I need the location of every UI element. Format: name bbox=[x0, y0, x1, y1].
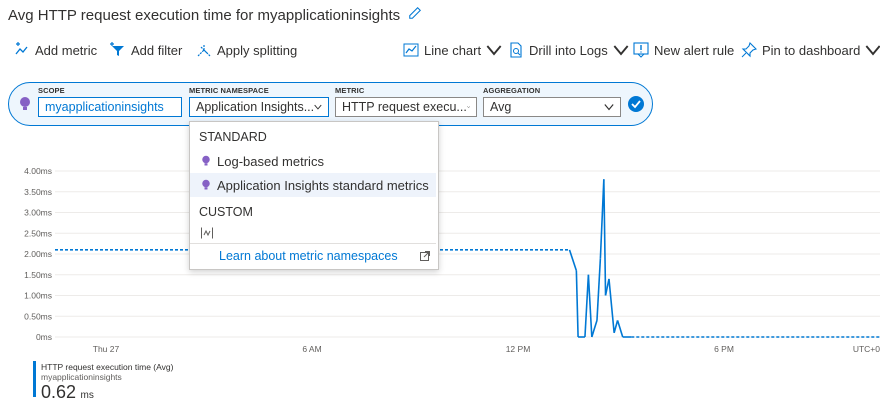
x-tick-label: 6 PM bbox=[714, 344, 734, 354]
chevron-down-icon bbox=[604, 104, 614, 111]
legend-value: 0.62 ms bbox=[41, 382, 94, 402]
namespace-option-standard-metrics[interactable]: Application Insights standard metrics bbox=[190, 173, 436, 197]
lightbulb-icon bbox=[202, 155, 210, 166]
splitting-icon bbox=[197, 44, 211, 57]
x-tick-label: UTC+0 bbox=[853, 344, 880, 354]
drill-into-logs-button[interactable]: Drill into Logs bbox=[508, 42, 629, 58]
custom-header: CUSTOM bbox=[199, 205, 253, 219]
chart-title: Avg HTTP request execution time for myap… bbox=[8, 6, 401, 24]
series-line-segment bbox=[568, 249, 578, 271]
series-line-segment bbox=[613, 320, 619, 334]
custom-namespace-option[interactable] bbox=[190, 221, 436, 245]
lightbulb-icon bbox=[20, 97, 30, 110]
series-line-segment bbox=[591, 320, 598, 338]
new-alert-rule-button[interactable]: New alert rule bbox=[633, 42, 734, 58]
standard-header: STANDARD bbox=[199, 130, 267, 144]
add-filter-label: Add filter bbox=[131, 42, 183, 58]
series-line-segment bbox=[575, 270, 579, 338]
metric-builder: SCOPE myapplicationinsights METRIC NAMES… bbox=[8, 82, 653, 126]
metric-select[interactable]: HTTP request execu... bbox=[335, 97, 477, 117]
metric-namespace-dropdown: STANDARD Log-based metrics Application I… bbox=[189, 121, 439, 270]
apply-splitting-button[interactable]: Apply splitting bbox=[196, 42, 297, 58]
line-chart-button[interactable]: Line chart bbox=[403, 42, 502, 58]
y-tick-label: 2.00ms bbox=[24, 249, 52, 259]
alert-icon bbox=[633, 42, 649, 58]
legend-resource-name: myapplicationinsights bbox=[41, 372, 122, 382]
y-tick-label: 4.00ms bbox=[24, 166, 52, 176]
line-chart-icon bbox=[403, 43, 419, 57]
filter-icon bbox=[110, 42, 124, 56]
series-line-segment bbox=[596, 258, 602, 321]
chevron-down-icon bbox=[466, 106, 470, 109]
aggregation-select[interactable]: Avg bbox=[483, 97, 621, 117]
custom-metric-icon bbox=[201, 227, 213, 239]
dropdown-divider bbox=[190, 243, 436, 244]
pin-to-dashboard-label: Pin to dashboard bbox=[762, 42, 861, 58]
pin-icon bbox=[741, 42, 757, 58]
metric-label: METRIC bbox=[335, 86, 365, 95]
add-metric-button[interactable]: Add metric bbox=[14, 42, 97, 58]
namespace-option-log-based[interactable]: Log-based metrics bbox=[190, 149, 436, 173]
toolbar: Add metric Add filter Apply splitting Li… bbox=[0, 38, 880, 64]
y-tick-label: 3.00ms bbox=[24, 208, 52, 218]
x-tick-label: 12 PM bbox=[506, 344, 531, 354]
line-chart-label: Line chart bbox=[424, 42, 482, 58]
add-metric-icon bbox=[15, 42, 28, 55]
apply-splitting-label: Apply splitting bbox=[217, 42, 298, 58]
metric-namespace-select[interactable]: Application Insights... bbox=[189, 97, 329, 117]
checkmark-icon bbox=[631, 100, 641, 109]
add-filter-button[interactable]: Add filter bbox=[110, 42, 182, 58]
lightbulb-icon bbox=[202, 179, 210, 190]
confirm-metric-button[interactable] bbox=[628, 96, 644, 112]
scope-field: SCOPE myapplicationinsights bbox=[38, 86, 182, 117]
metric-namespace-label: METRIC NAMESPACE bbox=[189, 86, 269, 95]
series-line-segment bbox=[584, 274, 590, 338]
line-chart: 4.00ms 3.50ms 3.00ms 2.50ms 2.00ms 1.50ms 1.00… bbox=[24, 166, 880, 354]
series-line-segment bbox=[587, 274, 593, 338]
aggregation-label: AGGREGATION bbox=[483, 86, 541, 95]
series-line-segment bbox=[616, 320, 624, 338]
chevron-down-icon bbox=[865, 45, 880, 56]
edit-title-icon[interactable] bbox=[408, 6, 422, 24]
y-tick-label: 0.50ms bbox=[24, 311, 52, 321]
learn-namespaces-link[interactable]: Learn about metric namespaces bbox=[219, 249, 430, 263]
series-line-segment bbox=[603, 179, 607, 296]
pin-to-dashboard-button[interactable]: Pin to dashboard bbox=[741, 42, 880, 58]
metric-namespace-field: METRIC NAMESPACE Application Insights... bbox=[189, 86, 329, 117]
y-tick-label: 3.50ms bbox=[24, 187, 52, 197]
add-metric-label: Add metric bbox=[35, 42, 98, 58]
y-tick-label: 1.50ms bbox=[24, 270, 52, 280]
metric-field: METRIC HTTP request execu... bbox=[335, 86, 477, 117]
external-link-icon bbox=[419, 251, 430, 261]
scope-label: SCOPE bbox=[38, 86, 65, 95]
drill-into-logs-label: Drill into Logs bbox=[529, 42, 608, 58]
logs-icon bbox=[510, 42, 522, 58]
x-tick-label: Thu 27 bbox=[93, 344, 120, 354]
scope-input[interactable]: myapplicationinsights bbox=[38, 97, 182, 117]
y-tick-label: 2.50ms bbox=[24, 228, 52, 238]
y-tick-label: 0ms bbox=[36, 332, 52, 342]
aggregation-field: AGGREGATION Avg bbox=[483, 86, 621, 117]
chevron-down-icon bbox=[314, 104, 322, 110]
page-title: Avg HTTP request execution time for myap… bbox=[8, 6, 422, 24]
legend-series-name: HTTP request execution time (Avg) bbox=[41, 362, 174, 372]
chevron-down-icon bbox=[613, 45, 629, 56]
series-line-segment bbox=[608, 278, 615, 333]
new-alert-rule-label: New alert rule bbox=[654, 42, 735, 58]
y-tick-label: 1.00ms bbox=[24, 291, 52, 301]
x-tick-label: 6 AM bbox=[302, 344, 321, 354]
chevron-down-icon bbox=[486, 45, 502, 56]
legend-color-bar bbox=[33, 361, 36, 397]
